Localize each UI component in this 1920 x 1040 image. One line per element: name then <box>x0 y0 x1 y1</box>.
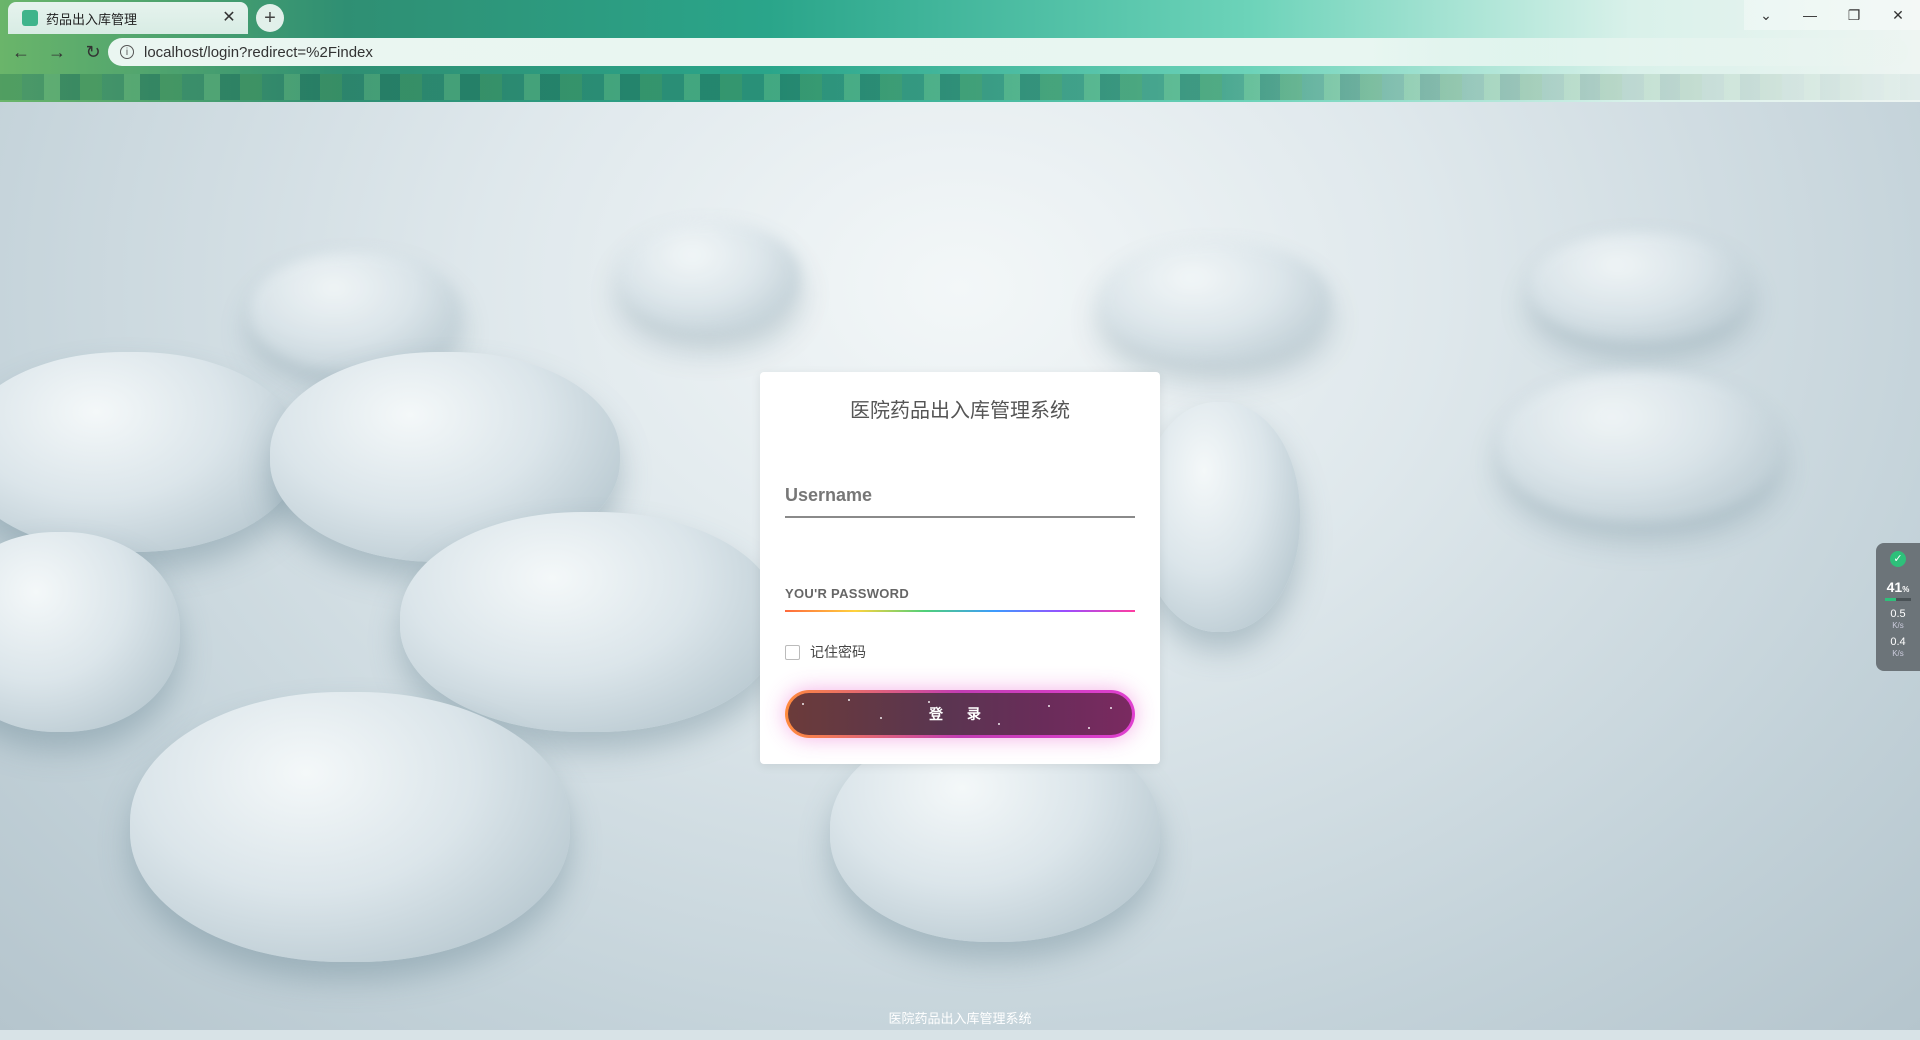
sparkle-dot <box>802 703 804 705</box>
remember-label: 记住密码 <box>810 644 866 660</box>
window-controls: ⌄ — ❐ ✕ <box>1744 0 1920 30</box>
browser-toolbar: ← → ↻ i localhost/login?redirect=%2Finde… <box>0 34 1920 70</box>
shield-check-icon: ✓ <box>1890 551 1906 567</box>
sparkle-dot <box>1048 705 1050 707</box>
favicon-icon <box>22 10 38 26</box>
address-bar[interactable]: i localhost/login?redirect=%2Findex <box>108 38 1908 66</box>
username-field <box>785 480 1135 518</box>
close-tab-icon[interactable]: ✕ <box>220 9 238 27</box>
new-tab-button[interactable]: + <box>256 4 284 32</box>
password-underline <box>785 610 1135 612</box>
minimize-button[interactable]: — <box>1788 0 1832 30</box>
password-field <box>785 582 1135 612</box>
url-text[interactable]: localhost/login?redirect=%2Findex <box>144 44 373 61</box>
download-speed: 0.4 K/s <box>1890 637 1905 659</box>
browser-chrome: 药品出入库管理 ✕ + ⌄ — ❐ ✕ ← → ↻ i localhost/lo… <box>0 0 1920 102</box>
close-window-button[interactable]: ✕ <box>1876 0 1920 30</box>
login-title: 医院药品出入库管理系统 <box>850 400 1070 422</box>
memory-bar <box>1885 598 1911 601</box>
tab-strip: 药品出入库管理 ✕ + ⌄ — ❐ ✕ <box>0 0 1920 34</box>
reload-button[interactable]: ↻ <box>78 37 108 67</box>
background-pill <box>620 222 800 332</box>
background-pill <box>0 352 300 552</box>
download-speed-unit: K/s <box>1892 649 1904 658</box>
memory-unit: % <box>1902 585 1910 594</box>
login-card: 医院药品出入库管理系统 记住密码 登 录 <box>760 372 1160 764</box>
remember-password[interactable]: 记住密码 <box>785 642 866 662</box>
upload-speed-unit: K/s <box>1892 621 1904 630</box>
sparkle-dot <box>880 717 882 719</box>
login-button[interactable]: 登 录 <box>785 690 1135 738</box>
system-monitor-widget[interactable]: ✓ 41% 0.5 K/s 0.4 K/s <box>1876 543 1920 671</box>
tabs-menu-button[interactable]: ⌄ <box>1744 0 1788 30</box>
background-pill <box>1530 232 1750 342</box>
sparkle-dot <box>928 701 930 703</box>
login-page: 医院药品出入库管理系统 记住密码 登 录 医院药品出入库管理系统 <box>0 102 1920 1030</box>
back-button[interactable]: ← <box>6 37 36 67</box>
site-info-icon[interactable]: i <box>120 45 134 59</box>
password-input[interactable] <box>785 582 1135 604</box>
bookmarks-bar-blurred <box>0 74 1920 100</box>
forward-button[interactable]: → <box>42 37 72 67</box>
footer-text: 医院药品出入库管理系统 <box>888 1011 1032 1026</box>
upload-speed-value: 0.5 <box>1890 608 1906 620</box>
sparkle-dot <box>848 699 850 701</box>
username-input[interactable] <box>785 480 1135 510</box>
browser-tab[interactable]: 药品出入库管理 ✕ <box>8 2 248 34</box>
background-pill <box>130 692 570 962</box>
remember-checkbox[interactable] <box>785 644 800 660</box>
memory-usage: 41% <box>1887 579 1910 595</box>
tab-title: 药品出入库管理 <box>46 11 138 27</box>
download-speed-value: 0.4 <box>1890 636 1906 648</box>
restore-button[interactable]: ❐ <box>1832 0 1876 30</box>
upload-speed: 0.5 K/s <box>1890 609 1905 631</box>
sparkle-dot <box>1088 727 1090 729</box>
bottom-strip <box>0 1030 1920 1040</box>
background-pill <box>1500 372 1780 522</box>
memory-percent: 41 <box>1886 579 1903 595</box>
login-button-label: 登 录 <box>929 706 991 722</box>
background-pill <box>0 532 180 732</box>
memory-bar-fill <box>1885 598 1896 601</box>
background-pill <box>1140 402 1300 632</box>
background-pill <box>400 512 780 732</box>
sparkle-dot <box>998 723 1000 725</box>
background-pill <box>1100 242 1330 362</box>
sparkle-dot <box>1110 707 1112 709</box>
